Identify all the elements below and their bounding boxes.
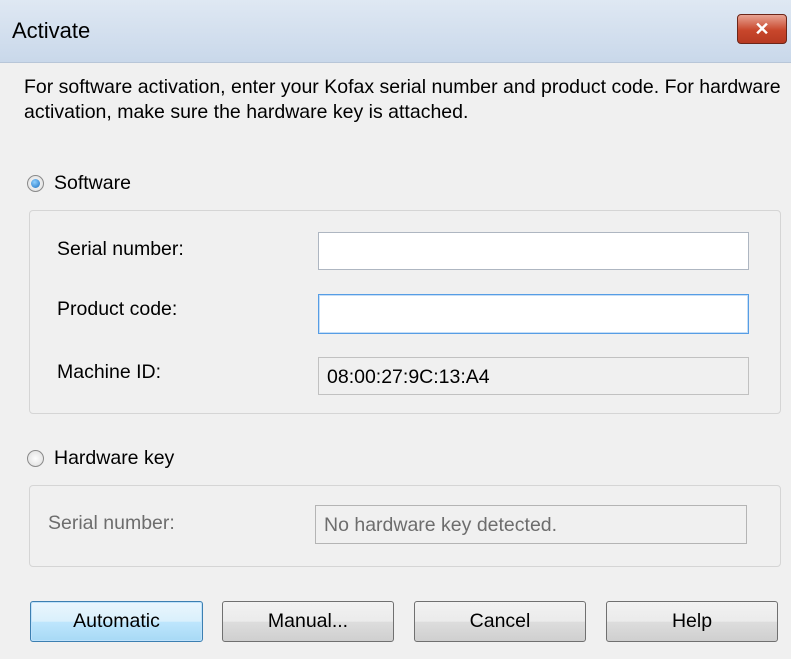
hardware-radio-option[interactable]: Hardware key <box>27 447 174 470</box>
software-radio[interactable] <box>27 175 44 192</box>
product-code-input[interactable] <box>318 294 749 334</box>
intro-text: For software activation, enter your Kofa… <box>24 76 781 123</box>
close-button[interactable]: ✕ <box>737 14 787 44</box>
dialog-title: Activate <box>12 18 91 43</box>
machine-id-field: 08:00:27:9C:13:A4 <box>318 357 749 395</box>
automatic-button[interactable]: Automatic <box>30 601 203 642</box>
software-serial-label: Serial number: <box>57 238 184 260</box>
software-radio-label: Software <box>54 172 131 194</box>
cancel-button[interactable]: Cancel <box>414 601 586 642</box>
software-radio-option[interactable]: Software <box>27 172 131 195</box>
title-bar: Activate ✕ <box>0 0 791 63</box>
help-button[interactable]: Help <box>606 601 778 642</box>
hardware-radio-label: Hardware key <box>54 447 175 469</box>
hardware-serial-label: Serial number: <box>48 512 175 534</box>
product-code-label: Product code: <box>57 298 178 320</box>
activate-dialog: Activate ✕ For software activation, ente… <box>0 0 791 659</box>
machine-id-label: Machine ID: <box>57 361 162 383</box>
manual-button[interactable]: Manual... <box>222 601 394 642</box>
hardware-serial-field: No hardware key detected. <box>315 505 747 544</box>
hardware-radio[interactable] <box>27 450 44 467</box>
close-icon: ✕ <box>754 19 770 39</box>
software-serial-input[interactable] <box>318 232 749 270</box>
